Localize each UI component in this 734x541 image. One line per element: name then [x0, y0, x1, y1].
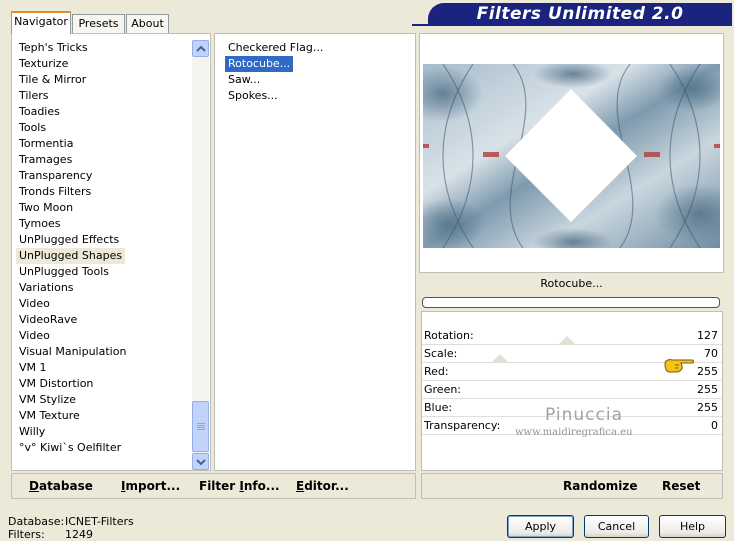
param-label: Transparency:: [424, 419, 501, 432]
status-database-value: ICNET-Filters: [65, 515, 134, 528]
param-label: Rotation:: [424, 329, 474, 342]
slider-thumb[interactable]: [558, 336, 576, 345]
preview-panel: [419, 33, 724, 273]
category-item[interactable]: Transparency: [16, 168, 95, 184]
category-item[interactable]: UnPlugged Effects: [16, 232, 122, 248]
param-label: Scale:: [424, 347, 458, 360]
right-button-bar: Randomize Reset: [421, 473, 723, 499]
watermark-url: www.maidiregrafica.eu: [515, 427, 633, 438]
import-button[interactable]: Import...: [121, 474, 180, 498]
filter-item[interactable]: Spokes...: [225, 88, 281, 104]
category-item[interactable]: VM Texture: [16, 408, 83, 424]
category-item[interactable]: Willy: [16, 424, 48, 440]
tab-navigator-label: Navigator: [14, 15, 68, 28]
param-value: 255: [697, 401, 718, 414]
category-item[interactable]: Tilers: [16, 88, 52, 104]
param-label: Green:: [424, 383, 462, 396]
left-button-bar: Database Import... Filter Info... Editor…: [11, 473, 416, 499]
category-item[interactable]: Texturize: [16, 56, 71, 72]
database-button[interactable]: Database: [29, 474, 93, 498]
category-item[interactable]: °v° Kiwi`s Oelfilter: [16, 440, 124, 456]
param-label: Blue:: [424, 401, 453, 414]
chevron-up-icon: [195, 45, 206, 52]
current-filter-name: Rotocube...: [540, 277, 603, 290]
category-item[interactable]: Variations: [16, 280, 77, 296]
preview-image: [423, 64, 720, 248]
status-filters-value: 1249: [65, 528, 93, 541]
category-item[interactable]: VideoRave: [16, 312, 80, 328]
title-underline: [412, 24, 732, 26]
filter-info-button[interactable]: Filter Info...: [199, 474, 280, 498]
category-list[interactable]: Teph's Tricks Texturize Tile & Mirror Tiler…: [11, 33, 211, 471]
category-item[interactable]: Tile & Mirror: [16, 72, 89, 88]
watermark-name: Pinuccia: [545, 405, 623, 425]
title-banner: Filters Unlimited 2.0: [428, 3, 732, 25]
param-value: 255: [697, 383, 718, 396]
tab-about-label: About: [131, 17, 164, 30]
tab-presets-label: Presets: [78, 17, 119, 30]
editor-button[interactable]: Editor...: [296, 474, 349, 498]
filter-list[interactable]: Checkered Flag... Rotocube... Saw... Spokes…: [214, 33, 416, 471]
param-label: Red:: [424, 365, 449, 378]
apply-button[interactable]: Apply: [507, 515, 574, 538]
param-value: 255: [697, 365, 718, 378]
category-item[interactable]: VM Distortion: [16, 376, 96, 392]
tab-about[interactable]: About: [126, 14, 169, 33]
category-item[interactable]: Tymoes: [16, 216, 63, 232]
slider-thumb[interactable]: [491, 354, 510, 363]
param-value: 127: [697, 329, 718, 342]
category-item[interactable]: Video: [16, 296, 53, 312]
category-item[interactable]: Tools: [16, 120, 49, 136]
param-row[interactable]: Rotation: 127: [422, 327, 722, 345]
status-filters-label: Filters:: [8, 528, 45, 541]
param-value: 0: [711, 419, 718, 432]
category-scrollbar[interactable]: [192, 40, 209, 470]
category-item[interactable]: Tormentia: [16, 136, 76, 152]
reset-button[interactable]: Reset: [662, 474, 700, 498]
app-title: Filters Unlimited 2.0: [476, 4, 684, 24]
filter-item[interactable]: Saw...: [225, 72, 263, 88]
status-database-label: Database:: [8, 515, 65, 528]
category-item[interactable]: Visual Manipulation: [16, 344, 129, 360]
category-item[interactable]: Tramages: [16, 152, 75, 168]
category-item[interactable]: UnPlugged Shapes: [16, 248, 126, 264]
category-item[interactable]: VM 1: [16, 360, 50, 376]
category-item[interactable]: Teph's Tricks: [16, 40, 91, 56]
progress-bar: [422, 297, 720, 308]
param-value: 70: [704, 347, 718, 360]
category-item[interactable]: VM Stylize: [16, 392, 79, 408]
help-button[interactable]: Help: [659, 515, 726, 538]
scroll-down-button[interactable]: [192, 453, 209, 470]
category-item[interactable]: Two Moon: [16, 200, 76, 216]
category-item[interactable]: Tronds Filters: [16, 184, 94, 200]
category-item[interactable]: UnPlugged Tools: [16, 264, 112, 280]
filter-name-strip: Rotocube...: [421, 273, 722, 295]
category-item[interactable]: Video: [16, 328, 53, 344]
tab-navigator[interactable]: Navigator: [11, 11, 71, 34]
tab-presets[interactable]: Presets: [72, 14, 125, 33]
filter-item[interactable]: Checkered Flag...: [225, 40, 326, 56]
filter-item[interactable]: Rotocube...: [225, 56, 294, 72]
randomize-button[interactable]: Randomize: [563, 474, 637, 498]
pointing-hand-icon: [664, 359, 694, 373]
cancel-button[interactable]: Cancel: [584, 515, 649, 538]
chevron-down-icon: [195, 459, 206, 466]
scroll-thumb[interactable]: [192, 401, 209, 452]
scroll-up-button[interactable]: [192, 40, 209, 57]
category-item[interactable]: Toadies: [16, 104, 63, 120]
param-row[interactable]: Green: 255: [422, 381, 722, 399]
